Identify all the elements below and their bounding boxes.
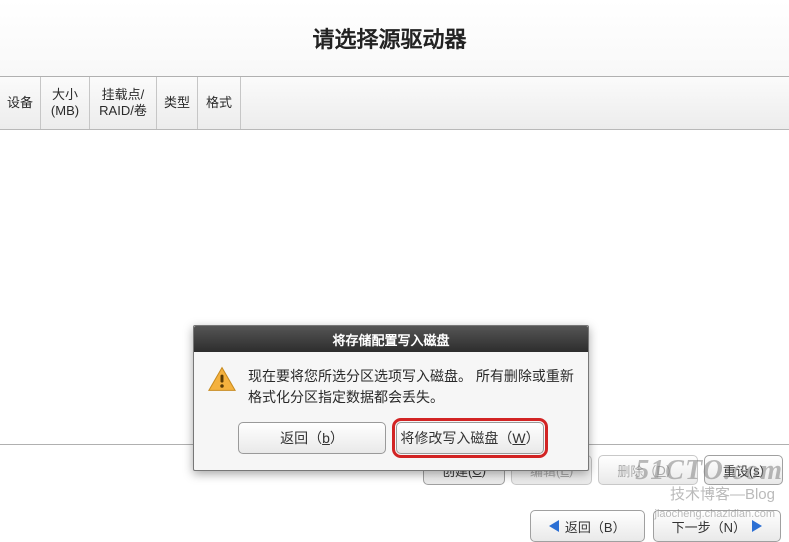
arrow-left-icon xyxy=(549,520,559,532)
dialog-write-hotkey: W xyxy=(512,430,525,446)
dialog-body: 现在要将您所选分区选项写入磁盘。 所有删除或重新格式化分区指定数据都会丢失。 xyxy=(194,352,588,414)
dialog-title: 将存储配置写入磁盘 xyxy=(194,326,588,352)
col-mount[interactable]: 挂载点/ RAID/卷 xyxy=(90,77,157,129)
reset-tail: ) xyxy=(760,463,764,478)
nav-back-button[interactable]: 返回（B） xyxy=(530,510,645,542)
nav-next-hotkey: N xyxy=(724,520,733,535)
dialog-back-label: 返回（ xyxy=(280,428,322,448)
nav-next-label: 下一步（ xyxy=(672,520,724,535)
dialog-back-tail: ） xyxy=(330,428,344,448)
delete-hotkey: D xyxy=(656,463,665,478)
nav-back-tail: ） xyxy=(613,520,626,535)
reset-label: 重设( xyxy=(723,461,753,480)
col-size[interactable]: 大小 (MB) xyxy=(41,77,90,129)
wizard-nav-row: 返回（B） 下一步（N） xyxy=(0,499,789,542)
reset-button[interactable]: 重设(s) xyxy=(704,455,783,485)
dialog-back-hotkey: b xyxy=(322,430,330,446)
dialog-write-tail: ） xyxy=(526,428,540,448)
page-title: 请选择源驱动器 xyxy=(312,22,466,54)
table-column-headers: 设备 大小 (MB) 挂载点/ RAID/卷 类型 格式 xyxy=(0,77,789,130)
nav-next-button[interactable]: 下一步（N） xyxy=(653,510,781,542)
col-format[interactable]: 格式 xyxy=(198,77,241,129)
page-header: 请选择源驱动器 xyxy=(0,0,789,77)
write-config-dialog: 将存储配置写入磁盘 现在要将您所选分区选项写入磁盘。 所有删除或重新格式化分区指… xyxy=(193,325,589,471)
nav-next-tail: ） xyxy=(733,520,746,535)
nav-back-hotkey: B xyxy=(604,520,613,535)
dialog-message: 现在要将您所选分区选项写入磁盘。 所有删除或重新格式化分区指定数据都会丢失。 xyxy=(248,366,574,408)
nav-back-label: 返回（ xyxy=(565,520,604,535)
col-type[interactable]: 类型 xyxy=(157,77,198,129)
dialog-back-button[interactable]: 返回（b） xyxy=(238,422,386,454)
delete-tail: ） xyxy=(666,461,679,480)
dialog-write-button[interactable]: 将修改写入磁盘（W） xyxy=(396,422,544,454)
col-device[interactable]: 设备 xyxy=(0,77,41,129)
dialog-write-label: 将修改写入磁盘（ xyxy=(400,428,512,448)
delete-label: 删除（ xyxy=(617,461,656,480)
arrow-right-icon xyxy=(752,520,762,532)
delete-button[interactable]: 删除（D） xyxy=(598,455,697,485)
partition-table-body: 将存储配置写入磁盘 现在要将您所选分区选项写入磁盘。 所有删除或重新格式化分区指… xyxy=(0,130,789,445)
warning-icon xyxy=(208,366,236,392)
dialog-actions: 返回（b） 将修改写入磁盘（W） xyxy=(194,414,588,470)
